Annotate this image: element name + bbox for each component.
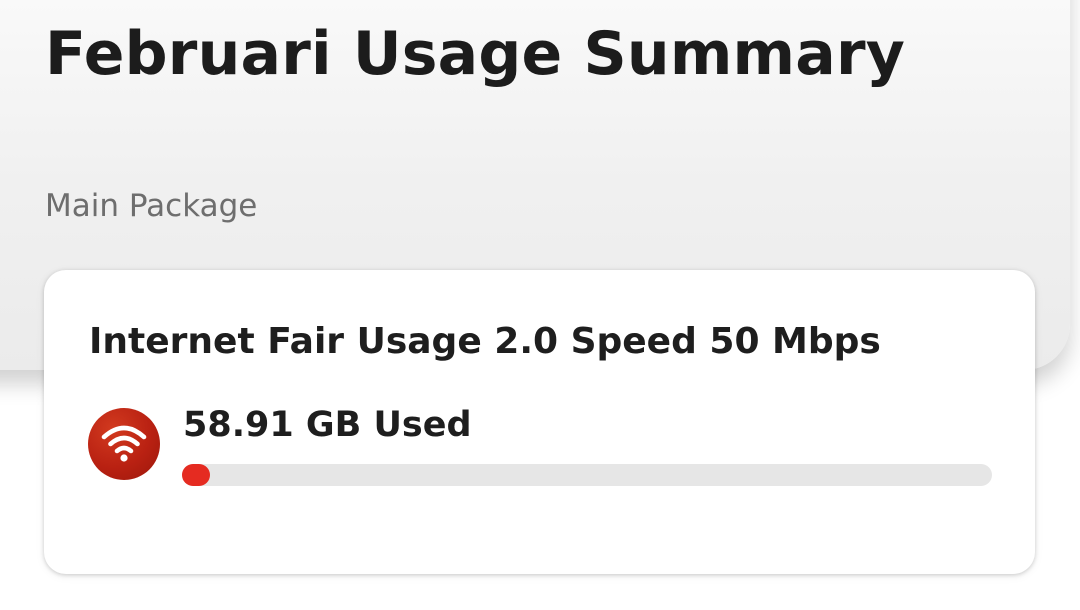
section-label: Main Package [45, 188, 258, 224]
usage-progress-bar [182, 464, 992, 486]
package-usage-card[interactable]: Internet Fair Usage 2.0 Speed 50 Mbps 58… [44, 270, 1035, 574]
wifi-icon-glyph [101, 425, 147, 462]
package-name: Internet Fair Usage 2.0 Speed 50 Mbps [89, 321, 881, 362]
usage-amount: 58.91 GB Used [183, 405, 472, 445]
usage-progress-fill [182, 464, 210, 486]
usage-summary-screen: Februari Usage Summary Main Package Inte… [0, 0, 1080, 610]
page-title: Februari Usage Summary [45, 19, 906, 89]
wifi-icon [88, 408, 160, 480]
